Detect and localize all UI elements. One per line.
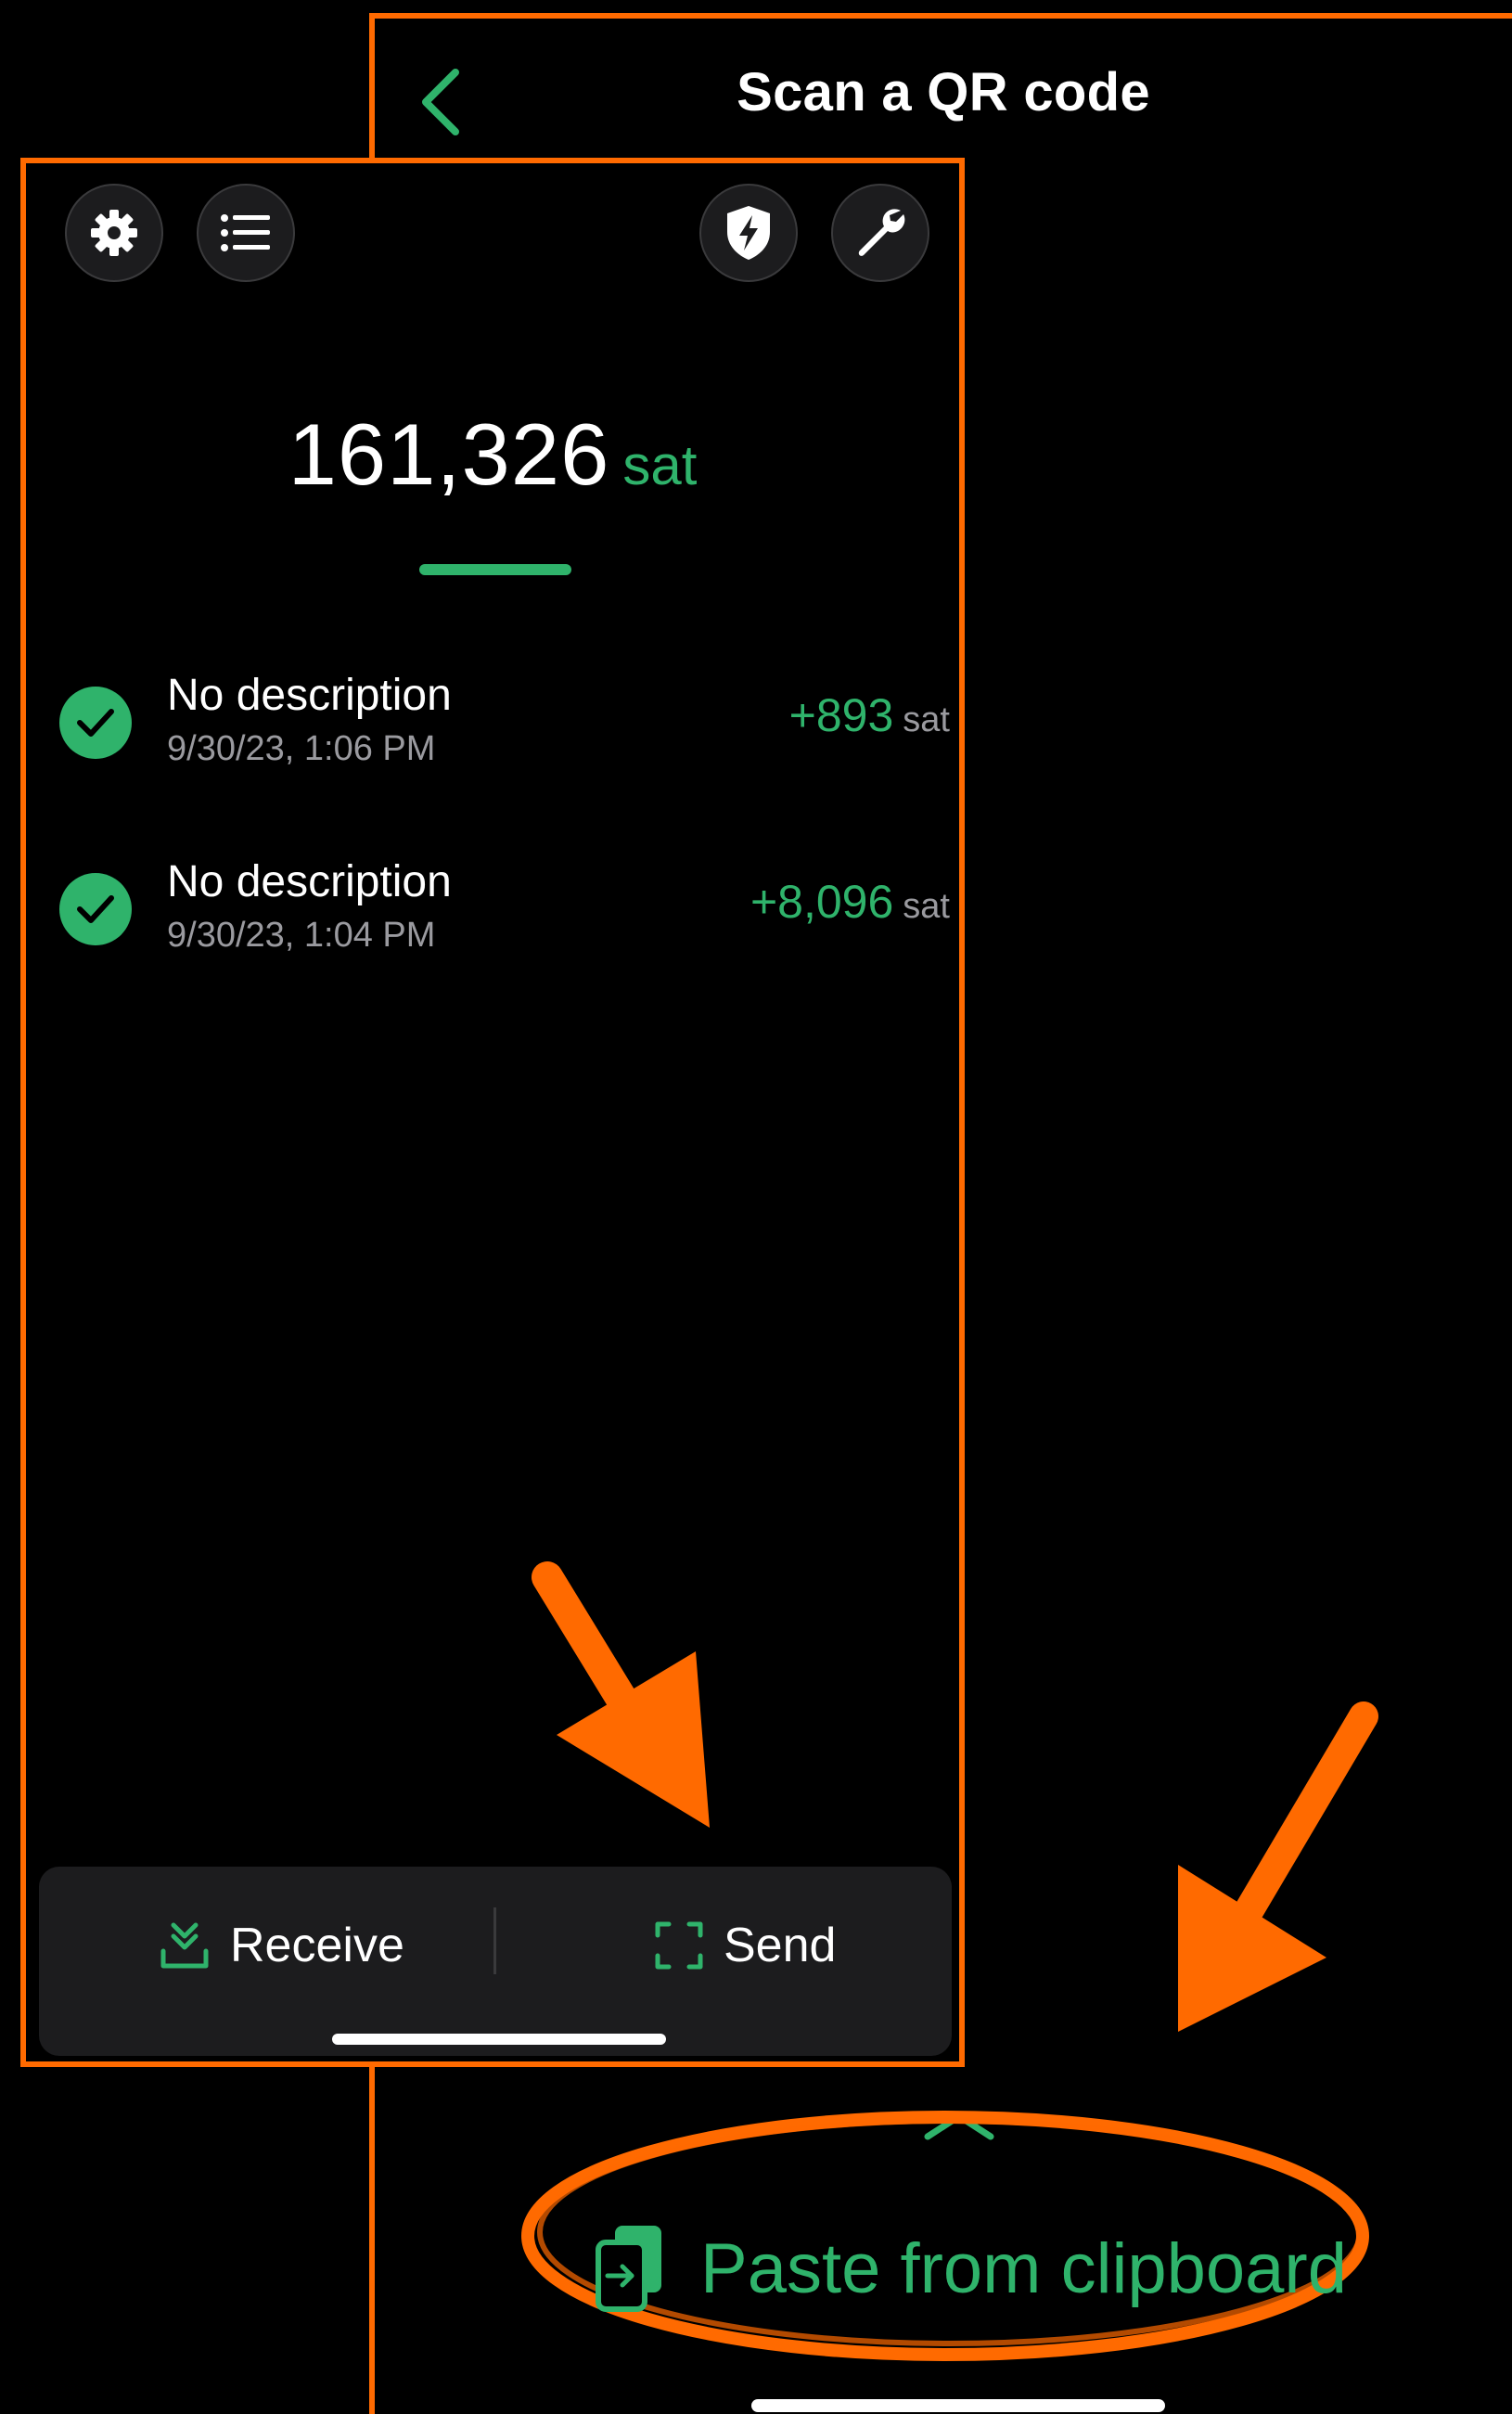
transaction-date: 9/30/23, 1:06 PM bbox=[167, 729, 436, 768]
transaction-date: 9/30/23, 1:04 PM bbox=[167, 916, 436, 955]
annotation-arrow bbox=[1178, 1701, 1378, 2032]
scan-frame-icon bbox=[655, 1921, 703, 1970]
gear-icon bbox=[91, 210, 137, 256]
history-list-button[interactable] bbox=[197, 184, 295, 282]
transaction-amount: +8,096 sat bbox=[750, 875, 950, 929]
transaction-amount-unit: sat bbox=[903, 700, 950, 739]
clipboard-paste-icon bbox=[596, 2226, 661, 2312]
transaction-amount-unit: sat bbox=[903, 887, 950, 926]
transaction-amount-value: +893 bbox=[788, 689, 894, 741]
balance-amount: 161,326 bbox=[288, 405, 610, 503]
divider bbox=[493, 1907, 496, 1974]
transaction-amount: +893 sat bbox=[789, 688, 950, 742]
receive-button[interactable]: Receive bbox=[160, 1904, 404, 1987]
bottom-action-bar: Receive Send bbox=[39, 1867, 952, 2056]
transaction-amount-value: +8,096 bbox=[750, 876, 894, 928]
transaction-row[interactable]: No description 9/30/23, 1:04 PM +8,096 sa… bbox=[59, 856, 950, 968]
check-circle-icon bbox=[59, 873, 132, 945]
balance-display: 161,326 sat bbox=[26, 404, 959, 505]
send-button[interactable]: Send bbox=[655, 1904, 836, 1987]
security-button[interactable] bbox=[699, 184, 798, 282]
download-icon bbox=[160, 1922, 209, 1969]
balance-unit: sat bbox=[622, 434, 698, 496]
paste-from-clipboard-button[interactable]: Paste from clipboard bbox=[593, 2203, 1347, 2333]
home-indicator bbox=[751, 2399, 1165, 2412]
page-title: Scan a QR code bbox=[737, 62, 1150, 122]
wallet-home-screen: 161,326 sat No description 9/30/23, 1:06 … bbox=[20, 158, 965, 2067]
transaction-description: No description bbox=[167, 671, 452, 720]
balance-underline bbox=[419, 564, 571, 575]
shield-bolt-icon bbox=[727, 206, 770, 260]
transaction-description: No description bbox=[167, 857, 452, 906]
home-indicator bbox=[332, 2034, 666, 2045]
tools-button[interactable] bbox=[831, 184, 929, 282]
transaction-row[interactable]: No description 9/30/23, 1:06 PM +893 sat bbox=[59, 670, 950, 781]
send-label: Send bbox=[724, 1919, 837, 1972]
check-circle-icon bbox=[59, 687, 132, 759]
settings-button[interactable] bbox=[65, 184, 163, 282]
annotation-arrow bbox=[532, 1561, 710, 1828]
list-icon bbox=[221, 214, 270, 251]
wrench-icon bbox=[858, 209, 905, 256]
paste-label: Paste from clipboard bbox=[700, 2228, 1347, 2308]
receive-label: Receive bbox=[230, 1919, 404, 1972]
